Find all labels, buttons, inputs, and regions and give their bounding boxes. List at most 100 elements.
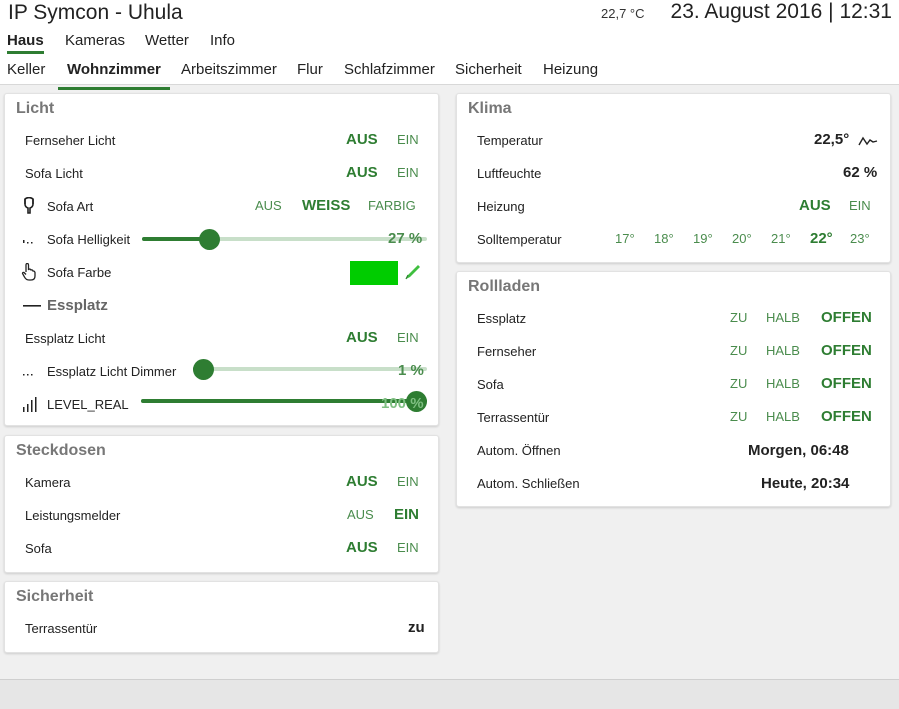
slider-thumb[interactable] xyxy=(199,229,220,250)
tab-flur[interactable]: Flur xyxy=(297,61,323,83)
schedule-value: Morgen, 06:48 xyxy=(748,442,849,459)
tab-info[interactable]: Info xyxy=(210,32,235,54)
temp-option-23[interactable]: 23° xyxy=(850,231,870,246)
status-value: zu xyxy=(408,619,425,636)
temperatur-row: Temperatur 22,5° xyxy=(457,125,890,158)
temp-option-19[interactable]: 19° xyxy=(693,231,713,246)
ein-button[interactable]: EIN xyxy=(397,540,419,555)
essplatz-dimmer-row: Essplatz Licht Dimmer 1 % xyxy=(5,356,438,389)
aus-button[interactable]: AUS xyxy=(346,164,378,181)
title-bar: IP Symcon - Uhula 22,7 °C 23. August 201… xyxy=(0,0,899,26)
essplatz-licht-row: Essplatz Licht AUS EIN xyxy=(5,323,438,356)
aus-button[interactable]: AUS xyxy=(346,329,378,346)
tab-wetter[interactable]: Wetter xyxy=(145,32,189,54)
aus-button[interactable]: AUS xyxy=(346,473,378,490)
aus-button[interactable]: AUS xyxy=(255,198,282,213)
slider-value: 27 % xyxy=(388,230,423,247)
chart-line-icon[interactable] xyxy=(858,132,878,150)
temp-option-18[interactable]: 18° xyxy=(654,231,674,246)
tab-arbeitszimmer[interactable]: Arbeitszimmer xyxy=(181,61,277,83)
main-nav: Haus Kameras Wetter Info xyxy=(0,26,899,55)
klima-card: Klima Temperatur 22,5° Luftfeuchte 62 % … xyxy=(456,93,891,263)
aus-button[interactable]: AUS xyxy=(347,507,374,522)
tab-haus[interactable]: Haus xyxy=(7,32,44,54)
temp-option-20[interactable]: 20° xyxy=(732,231,752,246)
offen-button[interactable]: OFFEN xyxy=(821,375,872,392)
ein-button[interactable]: EIN xyxy=(394,506,419,523)
ein-button[interactable]: EIN xyxy=(397,330,419,345)
rollladen-row-terrassentuer: Terrassentür ZU HALB OFFEN xyxy=(457,402,890,435)
row-label: Essplatz xyxy=(477,311,527,326)
sofa-helligkeit-slider[interactable] xyxy=(142,229,427,250)
level-real-row: LEVEL_REAL 100 % xyxy=(5,389,438,422)
row-label: Heizung xyxy=(477,199,525,214)
zu-button[interactable]: ZU xyxy=(730,409,747,424)
kamera-row: Kamera AUS EIN xyxy=(5,467,438,500)
halb-button[interactable]: HALB xyxy=(766,343,800,358)
tab-kameras[interactable]: Kameras xyxy=(65,32,125,54)
halb-button[interactable]: HALB xyxy=(766,310,800,325)
row-label: Kamera xyxy=(25,475,71,490)
signal-bars-icon xyxy=(22,395,38,413)
row-label: Temperatur xyxy=(477,133,543,148)
autom-oeffnen-row: Autom. Öffnen Morgen, 06:48 xyxy=(457,435,890,468)
row-label: Sofa Art xyxy=(47,199,94,214)
hand-pointer-icon xyxy=(21,262,37,281)
group-label: Essplatz xyxy=(47,297,108,314)
ein-button[interactable]: EIN xyxy=(849,198,871,213)
slider-value: 100 % xyxy=(381,395,424,412)
sofa-helligkeit-row: Sofa Helligkeit 27 % xyxy=(5,224,438,257)
pencil-icon[interactable] xyxy=(404,263,420,281)
temperature-value: 22,5° xyxy=(814,131,850,148)
row-label: Terrassentür xyxy=(25,621,98,636)
app-title: IP Symcon - Uhula xyxy=(8,1,183,24)
slider-track xyxy=(193,367,427,371)
aus-button[interactable]: AUS xyxy=(346,539,378,556)
temp-option-17[interactable]: 17° xyxy=(615,231,635,246)
essplatz-group-row: Essplatz xyxy=(5,290,438,323)
ein-button[interactable]: EIN xyxy=(397,132,419,147)
tab-keller[interactable]: Keller xyxy=(7,61,45,83)
ein-button[interactable]: EIN xyxy=(397,165,419,180)
tab-wohnzimmer[interactable]: Wohnzimmer xyxy=(58,61,170,90)
weiss-button[interactable]: WEISS xyxy=(302,197,350,214)
zu-button[interactable]: ZU xyxy=(730,310,747,325)
row-label: Fernseher xyxy=(477,344,537,359)
offen-button[interactable]: OFFEN xyxy=(821,309,872,326)
slider-thumb[interactable] xyxy=(193,359,214,380)
halb-button[interactable]: HALB xyxy=(766,409,800,424)
temp-option-22[interactable]: 22° xyxy=(810,230,833,247)
bulb-icon xyxy=(21,196,37,215)
row-label: LEVEL_REAL xyxy=(47,397,129,412)
row-label: Essplatz Licht xyxy=(25,331,106,346)
humidity-value: 62 % xyxy=(843,164,878,181)
steckdosen-card: Steckdosen Kamera AUS EIN Leistungsmelde… xyxy=(4,435,439,573)
temp-option-21[interactable]: 21° xyxy=(771,231,791,246)
row-label: Autom. Schließen xyxy=(477,476,580,491)
ein-button[interactable]: EIN xyxy=(397,474,419,489)
footer-bar xyxy=(0,679,899,709)
fernseher-licht-row: Fernseher Licht AUS EIN xyxy=(5,125,438,158)
offen-button[interactable]: OFFEN xyxy=(821,408,872,425)
sofa-art-row: Sofa Art AUS WEISS FARBIG xyxy=(5,191,438,224)
offen-button[interactable]: OFFEN xyxy=(821,342,872,359)
row-label: Sofa xyxy=(477,377,504,392)
tab-heizung[interactable]: Heizung xyxy=(543,61,598,83)
slider-value: 1 % xyxy=(398,362,424,379)
aus-button[interactable]: AUS xyxy=(799,197,831,214)
farbig-button[interactable]: FARBIG xyxy=(368,198,416,213)
terrassentuer-row: Terrassentür zu xyxy=(5,613,438,646)
sofa-farbe-row: Sofa Farbe xyxy=(5,257,438,290)
dots-icon xyxy=(21,228,37,246)
aus-button[interactable]: AUS xyxy=(346,131,378,148)
zu-button[interactable]: ZU xyxy=(730,343,747,358)
essplatz-dimmer-slider[interactable] xyxy=(193,359,427,380)
tab-schlafzimmer[interactable]: Schlafzimmer xyxy=(344,61,435,83)
row-label: Luftfeuchte xyxy=(477,166,542,181)
color-swatch[interactable] xyxy=(350,261,398,285)
halb-button[interactable]: HALB xyxy=(766,376,800,391)
tab-sicherheit[interactable]: Sicherheit xyxy=(455,61,522,83)
zu-button[interactable]: ZU xyxy=(730,376,747,391)
card-title: Rollladen xyxy=(468,278,541,295)
luftfeuchte-row: Luftfeuchte 62 % xyxy=(457,158,890,191)
